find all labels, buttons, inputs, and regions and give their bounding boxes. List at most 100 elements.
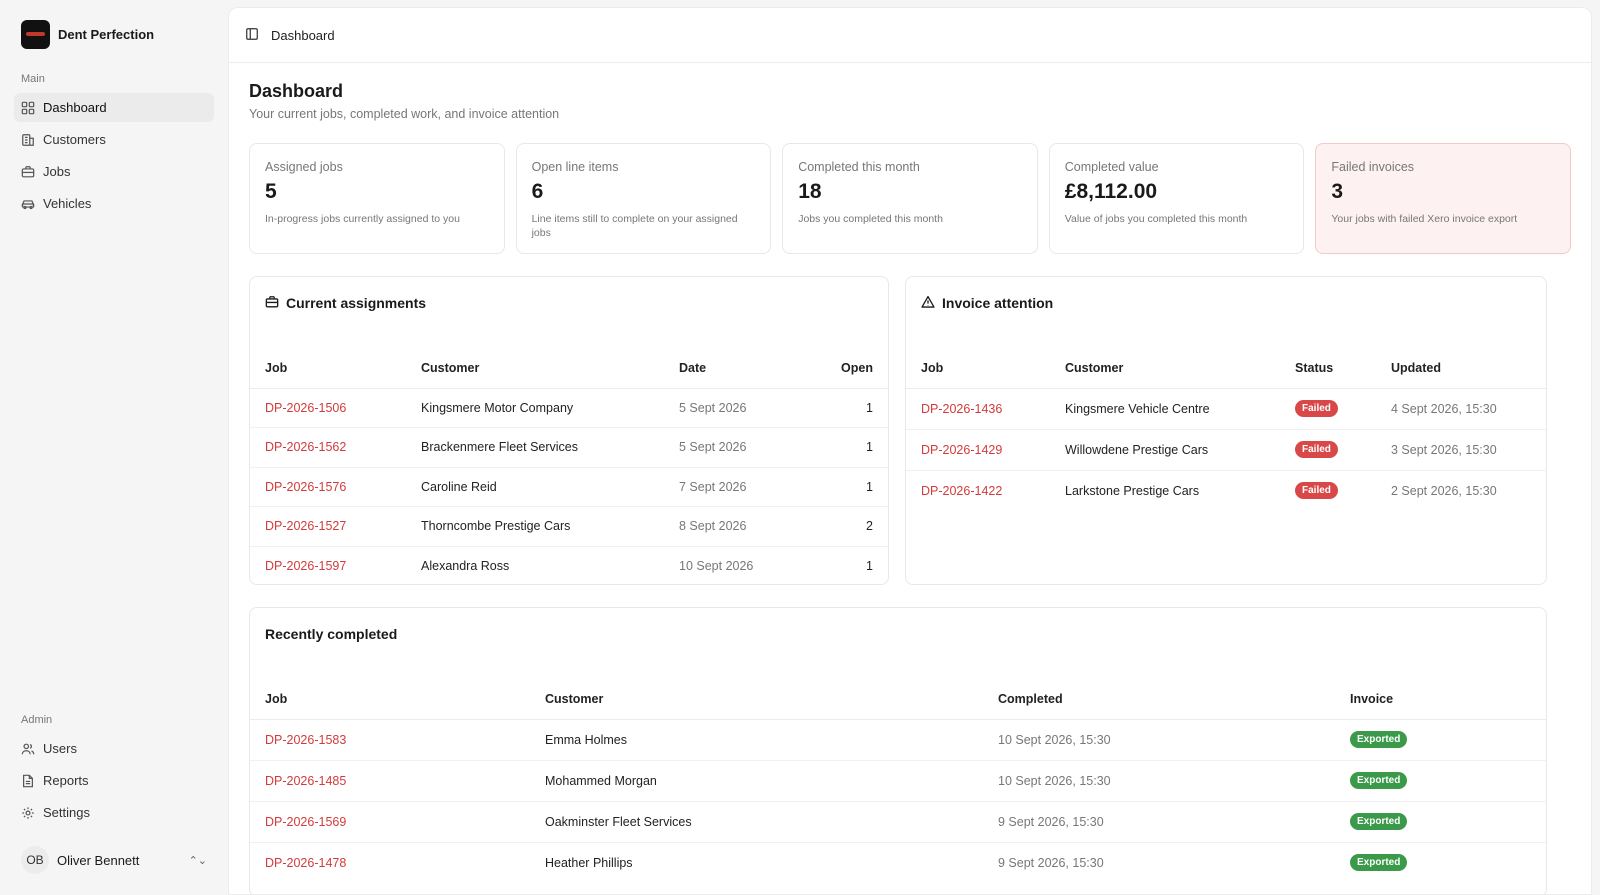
table-row[interactable]: DP-2026-1485 Mohammed Morgan 10 Sept 202… <box>250 760 1546 802</box>
users-icon <box>21 742 35 756</box>
grid-icon <box>21 101 35 115</box>
table-row[interactable]: DP-2026-1422 Larkstone Prestige Cars Fai… <box>906 470 1546 511</box>
file-icon <box>21 774 35 788</box>
job-link[interactable]: DP-2026-1562 <box>250 427 406 468</box>
column-header[interactable]: Date <box>664 349 805 389</box>
table-row[interactable]: DP-2026-1429 Willowdene Prestige Cars Fa… <box>906 429 1546 471</box>
page-subtitle: Your current jobs, completed work, and i… <box>249 107 560 121</box>
status-badge: Failed <box>1295 441 1338 458</box>
column-header[interactable]: Open <box>804 349 888 389</box>
column-header[interactable]: Job <box>250 680 530 720</box>
job-link[interactable]: DP-2026-1478 <box>250 842 530 883</box>
stat-value: 5 <box>265 180 277 203</box>
sidebar-item-vehicles[interactable]: Vehicles <box>14 189 214 218</box>
brand-name: Dent Perfection <box>58 27 155 42</box>
stat-label: Completed value <box>1064 160 1159 174</box>
date-cell: 5 Sept 2026 <box>664 388 805 428</box>
card-title: Invoice attention <box>942 295 1054 311</box>
table-row[interactable]: DP-2026-1436 Kingsmere Vehicle Centre Fa… <box>906 388 1546 430</box>
stat-card-completed-this-month: Completed this month 18 Jobs you complet… <box>782 143 1038 254</box>
job-link[interactable]: DP-2026-1583 <box>250 719 530 761</box>
open-count-cell: 1 <box>804 388 888 428</box>
card-header: Invoice attention <box>906 277 1546 329</box>
card-header: Recently completed <box>250 608 1546 660</box>
job-link[interactable]: DP-2026-1569 <box>250 801 530 843</box>
column-header[interactable]: Customer <box>1050 349 1280 389</box>
completed-cell: 10 Sept 2026, 15:30 <box>983 760 1335 802</box>
brand[interactable]: Dent Perfection <box>14 18 214 51</box>
table-header-row: Job Customer Status Updated <box>906 349 1546 389</box>
stat-card-completed-value: Completed value £8,112.00 Value of jobs … <box>1048 143 1305 254</box>
sidebar-item-customers[interactable]: Customers <box>14 125 214 154</box>
column-header[interactable]: Invoice <box>1335 680 1546 720</box>
date-cell: 7 Sept 2026 <box>664 467 805 507</box>
table-row[interactable]: DP-2026-1527 Thorncombe Prestige Cars 8 … <box>250 506 888 547</box>
table-row[interactable]: DP-2026-1576 Caroline Reid 7 Sept 2026 1 <box>250 467 888 507</box>
table-row[interactable]: DP-2026-1583 Emma Holmes 10 Sept 2026, 1… <box>250 719 1546 761</box>
stat-label: Completed this month <box>798 160 920 174</box>
sidebar-item-users[interactable]: Users <box>14 734 214 763</box>
page-title: Dashboard <box>249 81 344 101</box>
recently-completed-card: Recently completed Job Customer Complete… <box>249 607 1547 894</box>
brand-logo <box>21 20 50 49</box>
stat-value: £8,112.00 <box>1064 180 1158 203</box>
date-cell: 5 Sept 2026 <box>664 427 805 468</box>
invoice-badge: Exported <box>1350 813 1408 830</box>
status-badge: Failed <box>1295 400 1338 417</box>
sidebar-item-jobs[interactable]: Jobs <box>14 157 214 186</box>
sidebar-item-label: Vehicles <box>43 196 92 211</box>
stat-card-open-line-items: Open line items 6 Line items still to co… <box>515 143 772 254</box>
topbar: Dashboard <box>229 8 1591 63</box>
user-menu[interactable]: OB Oliver Bennett ⌃⌄ <box>14 845 214 875</box>
invoice-cell: Exported <box>1335 760 1546 802</box>
job-link[interactable]: DP-2026-1485 <box>250 760 530 802</box>
table-row[interactable]: DP-2026-1478 Heather Phillips 9 Sept 202… <box>250 842 1546 883</box>
sidebar-item-label: Users <box>43 741 77 756</box>
job-link[interactable]: DP-2026-1527 <box>250 506 406 547</box>
building-icon <box>21 133 35 147</box>
briefcase-icon <box>265 295 279 312</box>
table-row[interactable]: DP-2026-1569 Oakminster Fleet Services 9… <box>250 801 1546 843</box>
job-link[interactable]: DP-2026-1429 <box>906 429 1050 471</box>
job-link[interactable]: DP-2026-1436 <box>906 388 1050 430</box>
column-header[interactable]: Completed <box>983 680 1335 720</box>
sidebar-item-settings[interactable]: Settings <box>14 798 214 827</box>
table-header-row: Job Customer Completed Invoice <box>250 680 1546 720</box>
car-icon <box>21 197 35 211</box>
job-link[interactable]: DP-2026-1597 <box>250 546 406 584</box>
stat-card-failed-invoices[interactable]: Failed invoices 3 Your jobs with failed … <box>1315 143 1571 254</box>
sidebar-item-dashboard[interactable]: Dashboard <box>14 93 214 122</box>
column-header[interactable]: Job <box>250 349 406 389</box>
stat-value: 3 <box>1331 180 1344 203</box>
customer-cell: Mohammed Morgan <box>530 760 983 802</box>
job-link[interactable]: DP-2026-1576 <box>250 467 406 507</box>
open-count-cell: 1 <box>804 427 888 468</box>
current-assignments-card: Current assignments Job Customer Date Op… <box>249 276 889 585</box>
card-title: Current assignments <box>286 295 427 311</box>
column-header[interactable]: Updated <box>1376 349 1546 389</box>
column-header[interactable]: Customer <box>530 680 983 720</box>
column-header[interactable]: Status <box>1280 349 1376 389</box>
updated-cell: 4 Sept 2026, 15:30 <box>1376 388 1546 430</box>
job-link[interactable]: DP-2026-1422 <box>906 470 1050 511</box>
column-header[interactable]: Customer <box>406 349 664 389</box>
table-row[interactable]: DP-2026-1506 Kingsmere Motor Company 5 S… <box>250 388 888 428</box>
updated-cell: 2 Sept 2026, 15:30 <box>1391 483 1497 498</box>
gear-icon <box>21 806 35 820</box>
invoice-badge: Exported <box>1350 772 1408 789</box>
table-row[interactable]: DP-2026-1562 Brackenmere Fleet Services … <box>250 427 888 468</box>
user-name: Oliver Bennett <box>57 852 140 868</box>
sidebar-toggle-icon[interactable] <box>245 27 259 44</box>
status-cell: Failed <box>1280 429 1376 471</box>
customer-cell: Oakminster Fleet Services <box>530 801 983 843</box>
recently-completed-table: Job Customer Completed Invoice DP-2026-1… <box>250 680 1546 883</box>
column-header[interactable]: Job <box>906 349 1050 389</box>
section-label-main: Main <box>21 73 45 85</box>
customer-cell: Larkstone Prestige Cars <box>1065 483 1200 498</box>
status-cell: Failed <box>1280 470 1376 511</box>
job-link[interactable]: DP-2026-1506 <box>250 388 406 428</box>
customer-cell: Thorncombe Prestige Cars <box>406 506 664 547</box>
table-row[interactable]: DP-2026-1597 Alexandra Ross 10 Sept 2026… <box>250 546 888 584</box>
sidebar-item-reports[interactable]: Reports <box>14 766 214 795</box>
updated-cell: 3 Sept 2026, 15:30 <box>1376 429 1546 471</box>
